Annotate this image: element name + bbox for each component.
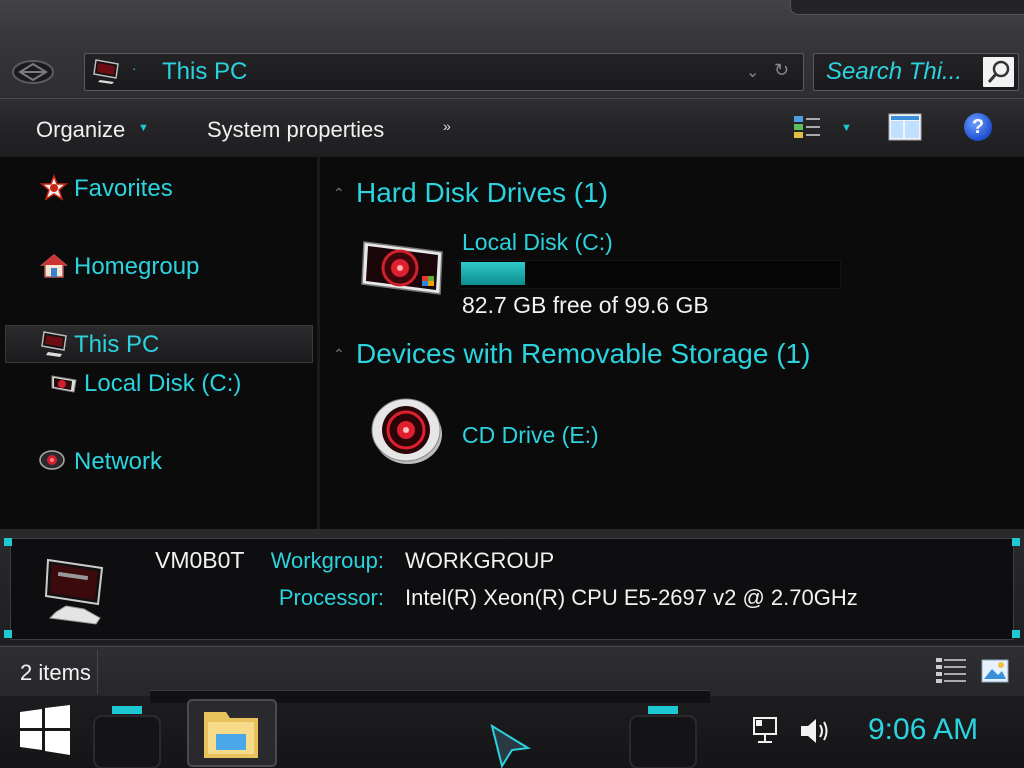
computer-large-icon bbox=[44, 558, 104, 625]
disk-free-space-text: 82.7 GB free of 99.6 GB bbox=[462, 292, 709, 318]
details-view-icon[interactable] bbox=[934, 656, 968, 686]
item-count: 2 items bbox=[20, 660, 91, 685]
organize-button[interactable]: Organize bbox=[36, 117, 125, 143]
search-icon[interactable] bbox=[983, 57, 1014, 87]
system-properties-button[interactable]: System properties bbox=[207, 117, 384, 143]
window-frame-notch bbox=[790, 0, 1024, 15]
cd-drive-name[interactable]: CD Drive (E:) bbox=[462, 422, 599, 449]
sidebar-item-homegroup[interactable]: Homegroup bbox=[74, 253, 199, 281]
frame-corner-accent bbox=[1012, 538, 1020, 546]
back-button[interactable] bbox=[12, 58, 54, 86]
workgroup-label: Workgroup: bbox=[270, 548, 384, 573]
network-status-icon[interactable] bbox=[750, 714, 782, 746]
collapse-caret-icon[interactable]: ⌃ bbox=[333, 346, 345, 363]
hard-disk-icon bbox=[51, 375, 77, 393]
change-view-icon[interactable] bbox=[793, 114, 825, 140]
more-commands-button[interactable]: » bbox=[443, 118, 451, 134]
local-disk-name[interactable]: Local Disk (C:) bbox=[462, 229, 613, 256]
mouse-cursor-icon bbox=[490, 723, 531, 768]
disk-usage-fill bbox=[461, 262, 525, 285]
group-header-removable-storage[interactable]: Devices with Removable Storage (1) bbox=[356, 338, 810, 370]
refresh-icon[interactable]: ↻ bbox=[774, 60, 789, 81]
caret-down-icon[interactable]: ▼ bbox=[841, 122, 852, 134]
taskbar-slot-decoration bbox=[93, 706, 161, 768]
hard-disk-drive-icon[interactable] bbox=[360, 238, 450, 300]
workgroup-value: WORKGROUP bbox=[405, 548, 555, 573]
computer-icon bbox=[41, 331, 67, 357]
start-button[interactable] bbox=[18, 704, 72, 756]
frame-corner-accent bbox=[4, 538, 12, 546]
homegroup-house-icon bbox=[40, 254, 68, 278]
command-bar bbox=[0, 98, 1024, 158]
frame-corner-accent bbox=[4, 630, 12, 638]
cd-drive-icon[interactable] bbox=[368, 394, 446, 466]
sidebar-item-this-pc[interactable]: This PC bbox=[74, 331, 159, 359]
volume-icon[interactable] bbox=[798, 716, 832, 746]
favorites-star-icon bbox=[40, 174, 68, 201]
network-icon bbox=[39, 450, 65, 470]
computer-icon bbox=[93, 59, 119, 84]
preview-pane-icon[interactable] bbox=[888, 113, 922, 141]
search-placeholder[interactable]: Search Thi... bbox=[826, 58, 962, 86]
processor-value: Intel(R) Xeon(R) CPU E5-2697 v2 @ 2.70GH… bbox=[405, 585, 858, 610]
status-divider bbox=[97, 650, 98, 694]
help-icon[interactable]: ? bbox=[964, 113, 992, 141]
large-icons-view-icon[interactable] bbox=[980, 657, 1010, 685]
sidebar-item-network[interactable]: Network bbox=[74, 448, 162, 476]
collapse-caret-icon[interactable]: ⌃ bbox=[333, 185, 345, 202]
taskbar-slot-decoration bbox=[629, 706, 697, 768]
frame-corner-accent bbox=[1012, 630, 1020, 638]
file-explorer-taskbar-button[interactable] bbox=[186, 698, 278, 768]
breadcrumb-separator[interactable]: · bbox=[132, 60, 137, 76]
caret-down-icon[interactable]: ▼ bbox=[138, 122, 149, 134]
sidebar-item-local-disk[interactable]: Local Disk (C:) bbox=[84, 370, 241, 398]
taskbar-clock[interactable]: 9:06 AM bbox=[868, 713, 978, 747]
chevron-down-icon[interactable]: ⌄ bbox=[746, 62, 759, 82]
sidebar-item-favorites[interactable]: Favorites bbox=[74, 175, 173, 203]
computer-name: VM0B0T bbox=[155, 547, 245, 573]
processor-label: Processor: bbox=[278, 585, 384, 610]
breadcrumb-this-pc[interactable]: This PC bbox=[162, 58, 247, 86]
group-header-hard-disk-drives[interactable]: Hard Disk Drives (1) bbox=[356, 177, 608, 209]
